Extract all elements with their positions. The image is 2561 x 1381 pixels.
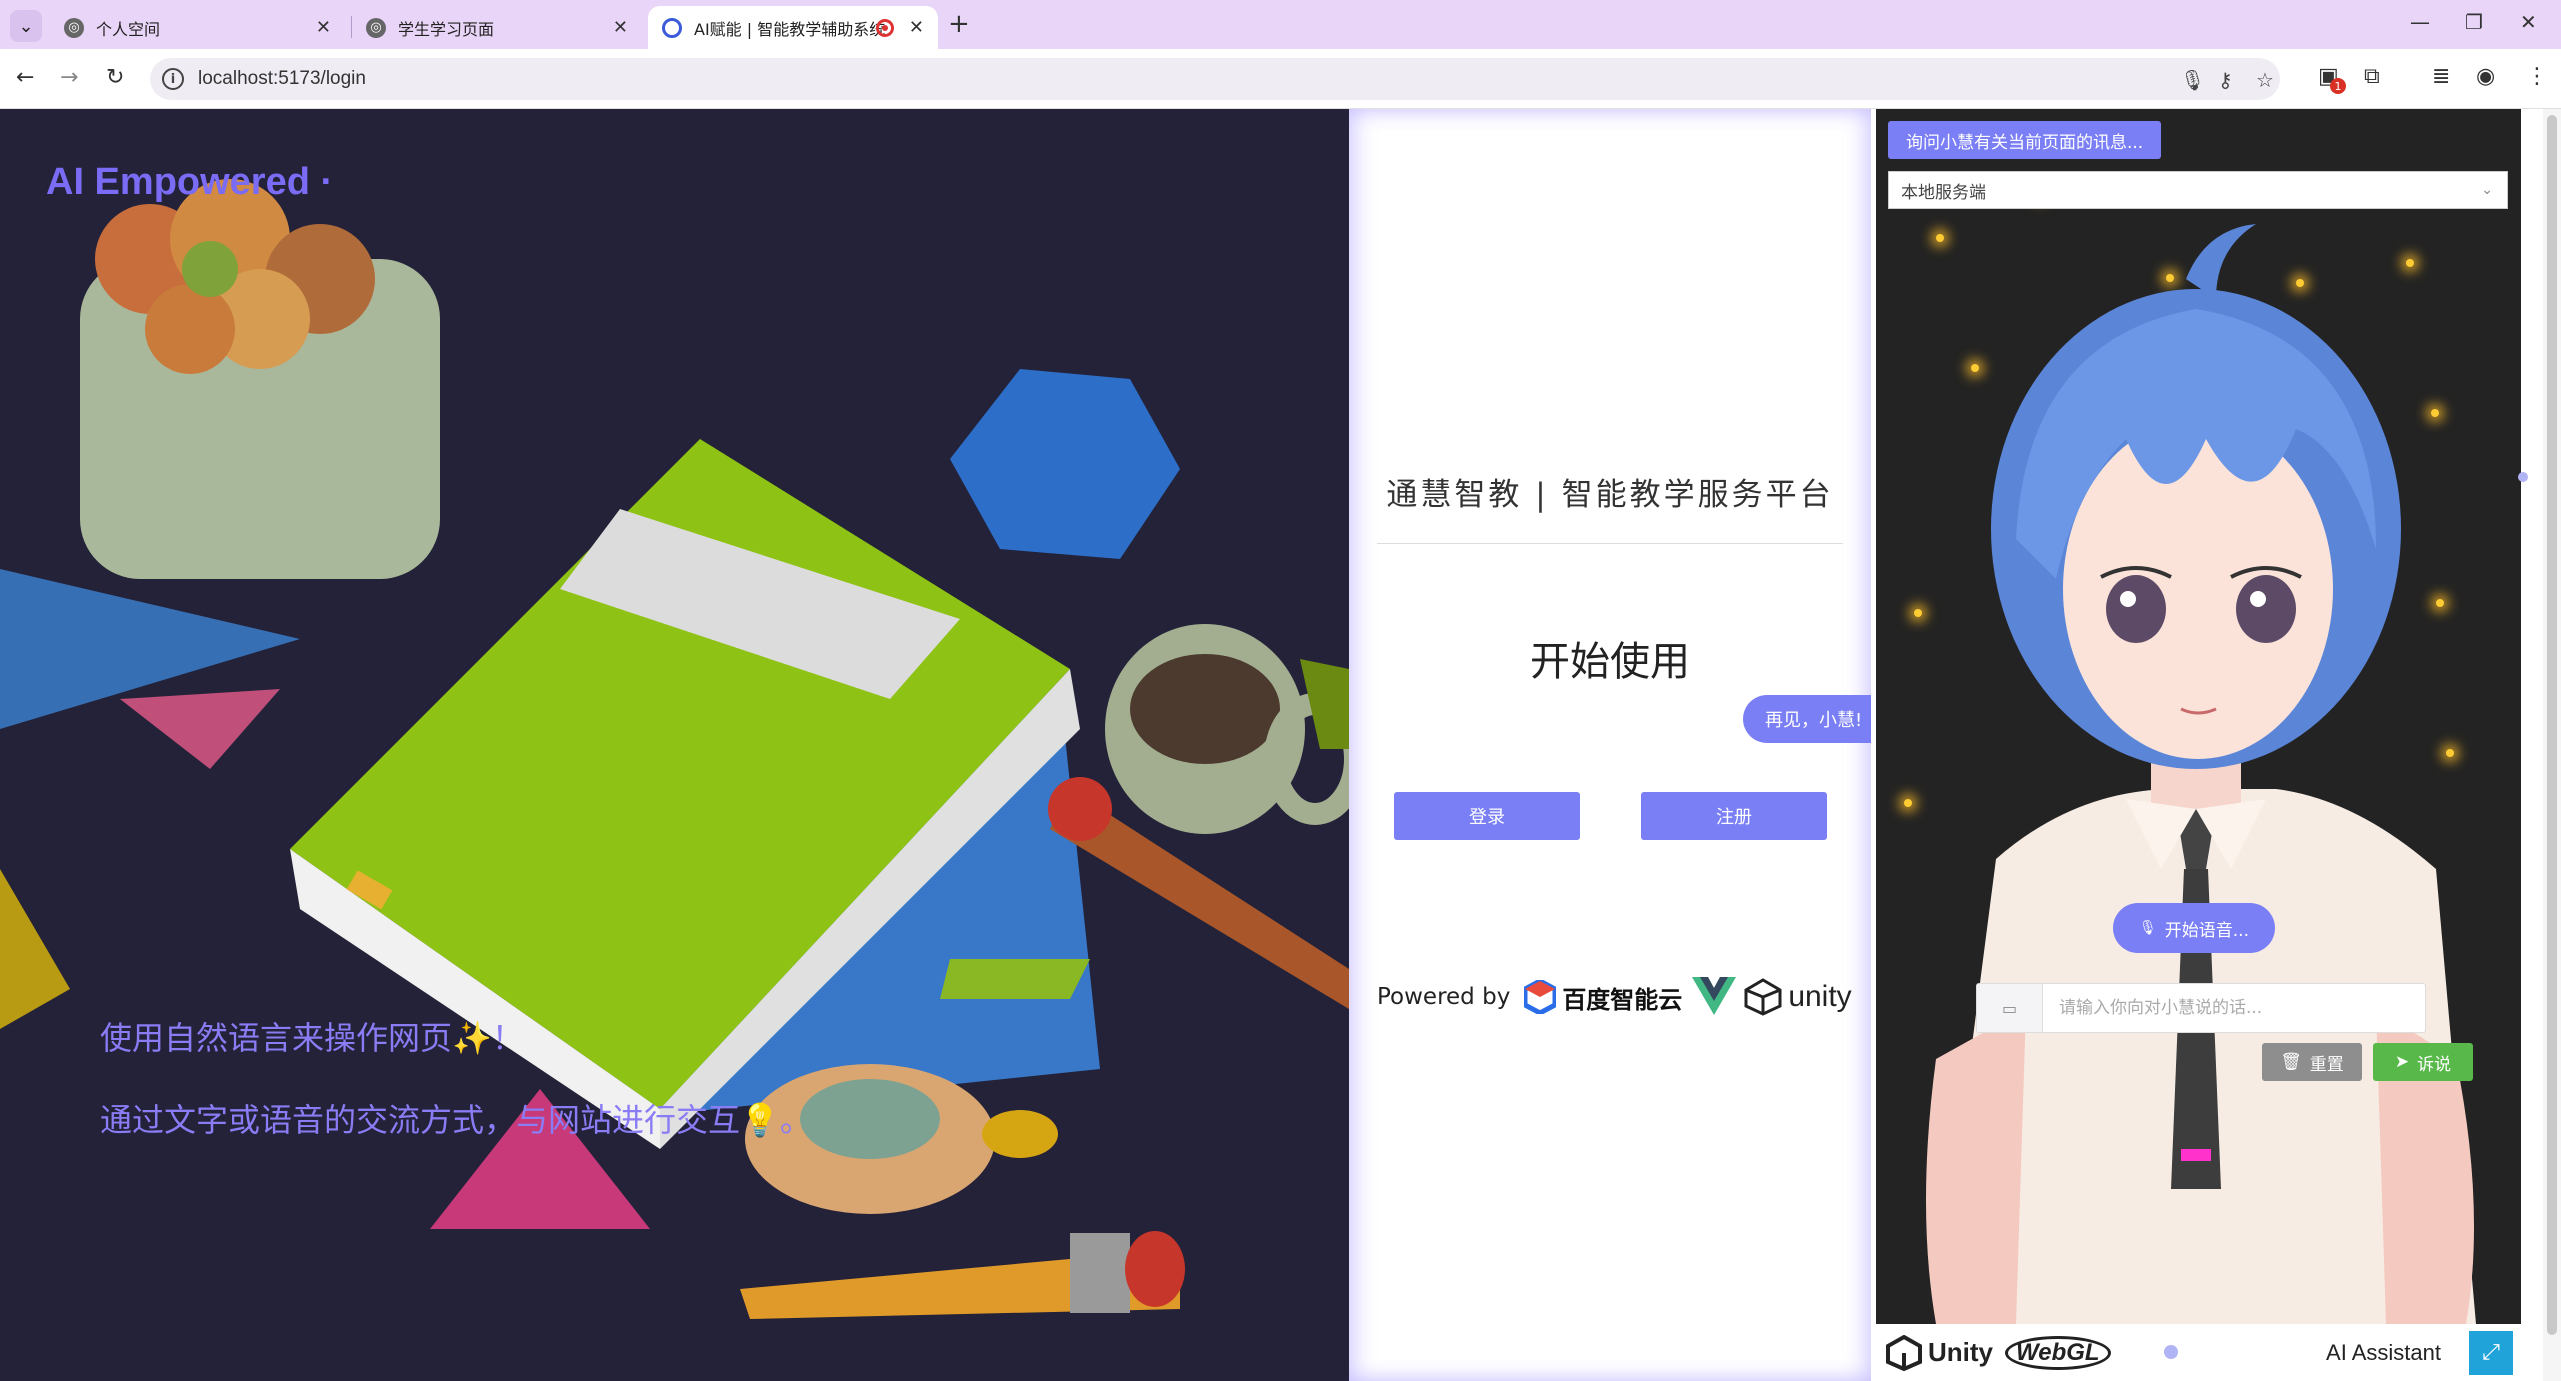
chat-bubble-icon: ▭ [1977, 984, 2043, 1032]
tab-title: AI赋能 | 智能教学辅助系统 [694, 19, 886, 39]
login-button[interactable]: 登录 [1394, 792, 1580, 840]
restore-icon[interactable]: ❐ [2465, 10, 2483, 34]
unity-footer: Unity WebGL AI Assistant ⤢ [1876, 1324, 2521, 1381]
voice-button-label: 开始语音... [2164, 920, 2249, 941]
bye-bubble: 再见，小慧! [1743, 695, 1871, 743]
profile-avatar-icon[interactable]: ◉ [2476, 64, 2495, 89]
slider-dot [2518, 472, 2528, 482]
title-divider [1377, 543, 1843, 544]
more-menu-icon[interactable]: ⋮ [2526, 64, 2548, 89]
globe-icon: ◎ [366, 17, 386, 38]
new-tab-plus-icon[interactable]: + [948, 9, 970, 39]
hero-caption-line1: 使用自然语言来操作网页✨！ [100, 1019, 524, 1057]
ask-page-info-button[interactable]: 询问小慧有关当前页面的讯息... [1888, 121, 2162, 159]
unity-cube-icon [1886, 1334, 1922, 1371]
reset-button[interactable]: 🗑 重置 [2262, 1043, 2362, 1081]
powered-by-label: Powered by [1377, 984, 1511, 1010]
close-window-icon[interactable]: ✕ [2520, 10, 2537, 34]
login-panel: 通慧智教 | 智能教学服务平台 开始使用 登录 注册 Powered by 百度… [1349, 109, 1871, 1381]
browser-toolbar: ← → ↻ i localhost:5173/login 🎙 ⚷ ☆ ▣ ⧉ ≣… [0, 49, 2561, 109]
trash-icon: 🗑 [2280, 1052, 2302, 1072]
reset-label: 重置 [2309, 1054, 2344, 1075]
close-icon[interactable]: ✕ [909, 17, 924, 38]
hero-illustration [0, 179, 1349, 1319]
start-voice-button[interactable]: 🎙 开始语音... [2113, 903, 2275, 953]
unity-footer-text: Unity [1928, 1337, 1993, 1367]
ai-assistant-label: AI Assistant [2326, 1339, 2441, 1365]
chevron-down-icon: ⌄ [2481, 182, 2493, 198]
app-logo-icon [662, 17, 682, 38]
reload-icon[interactable]: ↻ [106, 65, 124, 90]
server-select[interactable]: 本地服务端 ⌄ [1888, 171, 2508, 209]
unity-footer-logo: Unity [1886, 1334, 1993, 1371]
tab-personal-space[interactable]: ◎ 个人空间 ✕ [50, 6, 345, 49]
close-icon[interactable]: ✕ [613, 17, 628, 38]
assistant-panel: 询问小慧有关当前页面的讯息... 本地服务端 ⌄ 🎙 开始语音... ▭ 🗑 重… [1871, 109, 2561, 1381]
hero-caption-line2: 通过文字或语音的交流方式，与网站进行交互💡。 [100, 1101, 812, 1139]
tab-ai-empowered[interactable]: AI赋能 | 智能教学辅助系统 ✕ [648, 6, 938, 49]
scrollbar-thumb[interactable] [2547, 115, 2557, 1335]
chat-input-group: ▭ [1976, 983, 2426, 1033]
hero-title: AI Empowered · [46, 161, 334, 203]
baidu-cloud-logo: 百度智能云 [1524, 980, 1682, 1015]
extension-badge: 1 [2330, 78, 2346, 94]
browser-tab-bar: ⌄ ◎ 个人空间 ✕ ◎ 学生学习页面 ✕ AI赋能 | 智能教学辅助系统 ✕ … [0, 0, 2561, 49]
key-icon[interactable]: ⚷ [2218, 68, 2233, 92]
fullscreen-expand-icon[interactable]: ⤢ [2469, 1330, 2513, 1375]
vue-logo-icon [1692, 977, 1737, 1015]
platform-title: 通慧智教 | 智能教学服务平台 [1386, 477, 1834, 513]
site-info-icon[interactable]: i [162, 68, 184, 90]
chat-input[interactable] [2043, 998, 2425, 1018]
progress-dot [2164, 1345, 2178, 1359]
hero-panel: AI Empowered · 使用自然语言来操作网页✨！ 通过文字或语音的交流方… [0, 109, 1349, 1381]
server-select-value: 本地服务端 [1901, 182, 1986, 203]
close-icon[interactable]: ✕ [316, 17, 331, 38]
paper-plane-icon: ➤ [2394, 1052, 2410, 1072]
microphone-icon: 🎙 [2139, 920, 2157, 936]
minimize-icon[interactable]: — [2410, 10, 2430, 34]
baidu-cloud-text: 百度智能云 [1562, 985, 1683, 1014]
tab-search-chevron-icon[interactable]: ⌄ [10, 10, 42, 42]
webgl-logo: WebGL [2005, 1335, 2111, 1370]
tab-student-learning[interactable]: ◎ 学生学习页面 ✕ [352, 6, 642, 49]
recording-icon [876, 18, 894, 37]
start-title: 开始使用 [1530, 639, 1690, 685]
media-control-icon[interactable]: ≣ [2432, 64, 2450, 89]
page-scrollbar[interactable] [2543, 109, 2561, 1381]
star-bookmark-icon[interactable]: ☆ [2256, 68, 2274, 92]
avatar-character [1926, 224, 2476, 1324]
globe-icon: ◎ [64, 17, 84, 38]
tab-title: 个人空间 [96, 19, 161, 39]
address-bar[interactable]: i localhost:5173/login 🎙 ⚷ ☆ [150, 58, 2280, 100]
register-button[interactable]: 注册 [1641, 792, 1827, 840]
unity-text: unity [1788, 980, 1852, 1013]
send-label: 诉说 [2417, 1054, 2452, 1075]
url-text: localhost:5173/login [198, 68, 366, 89]
forward-arrow-icon[interactable]: → [60, 65, 78, 90]
back-arrow-icon[interactable]: ← [16, 65, 34, 90]
unity-logo-icon [1744, 978, 1782, 1016]
send-button[interactable]: ➤ 诉说 [2373, 1043, 2473, 1081]
microphone-icon[interactable]: 🎙 [2180, 68, 2205, 92]
puzzle-extensions-icon[interactable]: ⧉ [2364, 64, 2380, 89]
tab-title: 学生学习页面 [398, 19, 495, 39]
unity-canvas[interactable]: 询问小慧有关当前页面的讯息... 本地服务端 ⌄ 🎙 开始语音... ▭ 🗑 重… [1876, 109, 2521, 1324]
powered-by-row: Powered by 百度智能云 unity [1377, 977, 1852, 1017]
baidu-cube-icon [1524, 980, 1557, 1014]
